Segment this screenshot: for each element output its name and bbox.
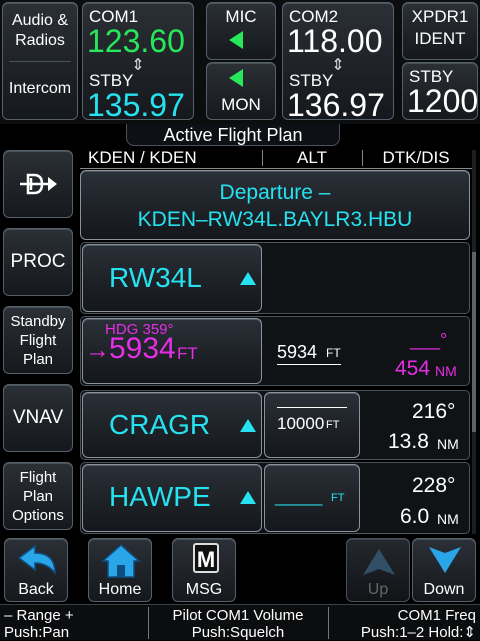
departure-row[interactable]: Departure – KDEN–RW34L.BAYLR3.HBU <box>80 170 470 240</box>
xpdr-mode: IDENT <box>414 29 466 48</box>
altitude-underline <box>277 364 341 365</box>
active-leg-arrow-icon: → <box>85 336 110 364</box>
waypoint-rw34l-button[interactable]: RW34L <box>82 244 262 312</box>
options-label-1: Flight <box>19 468 57 486</box>
right-knob-label-2: Push:1–2 Hold:⇕ <box>360 624 476 641</box>
knob-legend-bar: – Range + Push:Pan Pilot COM1 Volume Pus… <box>0 604 480 641</box>
vnav-button[interactable]: VNAV <box>3 384 73 452</box>
options-label-3: Options <box>12 506 64 524</box>
home-icon <box>101 543 141 578</box>
right-knob-label-1: COM1 Freq <box>397 607 476 624</box>
mon-label: MON <box>221 95 261 114</box>
mic-button[interactable]: MIC <box>206 2 276 60</box>
home-button[interactable]: Home <box>88 538 152 602</box>
up-arrow-icon <box>363 549 395 575</box>
header-underline <box>80 168 472 169</box>
audio-label-1: Audio & <box>11 12 69 29</box>
scrollbar-thumb[interactable] <box>472 252 476 432</box>
desired-track: ___° <box>410 330 448 350</box>
alt-column-header: ALT <box>297 148 327 167</box>
down-label: Down <box>423 581 465 598</box>
msg-button[interactable]: M MSG <box>172 538 236 602</box>
down-arrow-icon <box>429 547 461 573</box>
left-knob-label-1: – Range + <box>4 607 74 624</box>
heading-leg-button[interactable]: HDG 359° → 5934 FT <box>82 318 262 384</box>
xpdr-name: XPDR1 <box>411 7 469 26</box>
flight-plan-options-button[interactable]: Flight Plan Options <box>3 462 73 530</box>
proc-label: PROC <box>10 251 66 272</box>
options-label-2: Plan <box>22 487 54 505</box>
down-button[interactable]: Down <box>412 538 476 602</box>
altitude-cragr-button[interactable]: 10000 FT <box>264 392 360 458</box>
mic-label: MIC <box>225 7 257 26</box>
mid-knob-label-2: Push:Squelch <box>191 624 285 641</box>
direct-to-button[interactable] <box>3 150 73 218</box>
altitude-unit: FT <box>331 492 345 504</box>
waypoint-up-icon <box>240 272 256 285</box>
up-button[interactable]: Up <box>346 538 410 602</box>
route-header: KDEN / KDEN <box>88 148 197 167</box>
altitude-unit: FT <box>326 419 340 431</box>
com1-button[interactable]: COM1 123.60 ⇕ STBY 135.97 <box>82 2 194 123</box>
com1-standby-freq: 135.97 <box>87 87 185 123</box>
intercom-label: Intercom <box>8 80 72 97</box>
altitude-value: 10000 <box>277 414 325 433</box>
altitude-value: 5934 <box>277 342 318 362</box>
altitude-hawpe-button[interactable]: _____ FT <box>264 464 360 532</box>
distance-value: 454 <box>395 357 431 380</box>
msg-label: MSG <box>185 581 223 598</box>
standby-label-2: Flight <box>19 331 57 349</box>
direct-to-icon <box>20 173 57 195</box>
back-arrow-icon <box>17 544 56 576</box>
message-icon: M <box>193 543 219 573</box>
proc-button[interactable]: PROC <box>3 228 73 296</box>
xpdr-code-button[interactable]: STBY 1200 <box>402 62 478 120</box>
desired-track: 216° <box>412 400 456 423</box>
xpdr-code: 1200 <box>407 83 479 119</box>
waypoint-name: CRAGR <box>109 409 211 440</box>
waypoint-name: RW34L <box>109 262 202 293</box>
home-label: Home <box>98 581 142 598</box>
desired-track: 228° <box>412 474 456 497</box>
distance-unit: NM <box>437 511 459 527</box>
mic-indicator-icon <box>229 31 243 49</box>
com2-standby-freq: 136.97 <box>287 87 385 123</box>
departure-procedure: KDEN–RW34L.BAYLR3.HBU <box>137 208 413 231</box>
page-title: Active Flight Plan <box>126 124 340 146</box>
com2-button[interactable]: COM2 118.00 ⇕ STBY 136.97 <box>282 2 394 123</box>
heading-altitude: 5934 <box>109 332 176 365</box>
altitude-value: _____ <box>275 487 323 506</box>
waypoint-cragr-button[interactable]: CRAGR <box>82 392 262 458</box>
mid-knob-label-1: Pilot COM1 Volume <box>172 607 304 624</box>
distance-unit: NM <box>435 363 457 379</box>
standby-flight-plan-button[interactable]: Standby Flight Plan <box>3 306 73 374</box>
waypoint-name: HAWPE <box>109 481 211 512</box>
altitude-overline <box>277 407 347 408</box>
distance-value: 13.8 <box>388 430 429 453</box>
scrollbar[interactable] <box>472 150 476 534</box>
back-label: Back <box>18 581 54 598</box>
audio-radios-button[interactable]: Audio & Radios Intercom <box>2 2 78 120</box>
xpdr-button[interactable]: XPDR1 IDENT <box>402 2 478 60</box>
mon-indicator-icon <box>229 69 243 87</box>
up-label: Up <box>367 581 389 598</box>
divider <box>328 607 329 639</box>
left-knob-label-2: Push:Pan <box>4 624 70 641</box>
distance-unit: NM <box>437 436 459 452</box>
altitude-unit: FT <box>326 346 341 360</box>
departure-label: Departure – <box>219 181 331 204</box>
waypoint-hawpe-button[interactable]: HAWPE <box>82 464 262 532</box>
mon-button[interactable]: MON <box>206 62 276 120</box>
waypoint-up-icon <box>240 419 256 432</box>
back-button[interactable]: Back <box>4 538 68 602</box>
standby-label-1: Standby <box>10 312 66 330</box>
audio-label-2: Radios <box>15 32 65 49</box>
standby-label-3: Plan <box>22 350 54 368</box>
heading-altitude-unit: FT <box>177 344 198 363</box>
distance-value: 6.0 <box>400 505 430 528</box>
dtk-dis-column-header: DTK/DIS <box>382 148 450 167</box>
divider <box>9 61 71 62</box>
vnav-label: VNAV <box>12 407 64 428</box>
waypoint-up-icon <box>240 491 256 504</box>
